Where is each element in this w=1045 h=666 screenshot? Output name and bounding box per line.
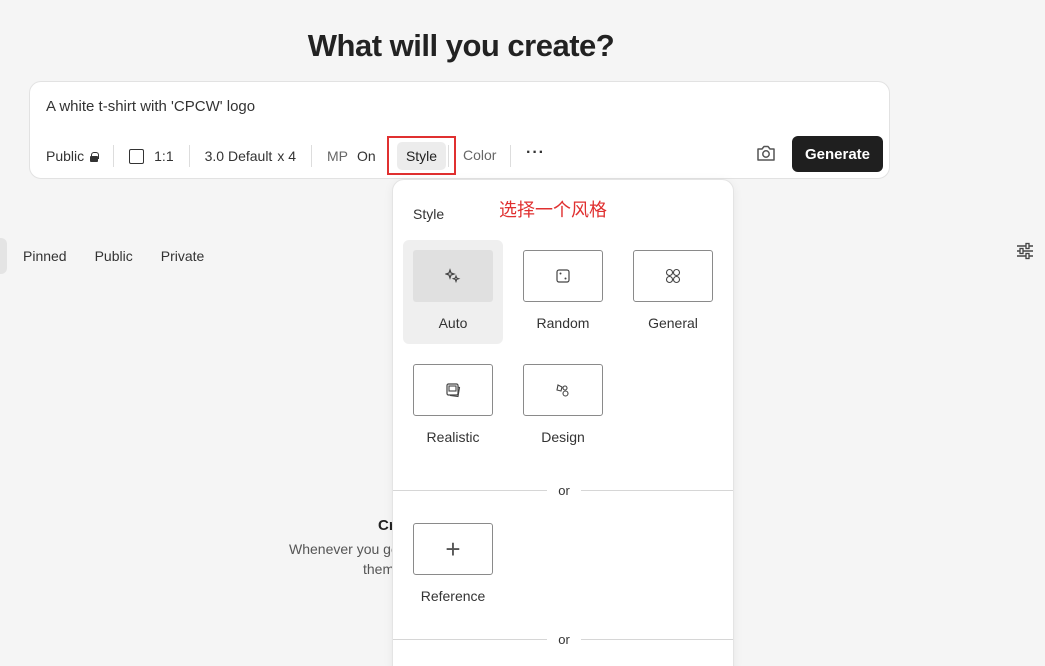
palette-icon [523,364,603,416]
annotation-text: 选择一个风格 [499,200,607,221]
page-title: What will you create? [307,28,615,63]
photo-icon [413,364,493,416]
prompt-toolbar: Public 1:1 3.0 Default x 4 MP On [46,145,376,167]
aspect-square-icon [129,148,145,164]
visibility-label: Public [46,148,85,164]
tab-active-edge[interactable] [0,238,7,274]
empty-state-desc: them [363,561,395,577]
style-option-label: Auto [438,315,468,331]
style-option-label: Design [541,429,585,445]
popover-title: Style [413,206,445,222]
aspect-ratio-label: 1:1 [154,148,174,164]
aspect-ratio-selector[interactable]: 1:1 [129,148,174,164]
generate-button[interactable]: Generate [792,136,883,172]
reference-label: Reference [420,588,486,604]
reference-button[interactable]: + Reference [403,513,503,617]
grid-icon [633,250,713,302]
plus-icon: + [413,523,493,575]
toolbar-divider [113,145,115,167]
mp-value: On [357,148,376,164]
toolbar-divider [510,145,511,167]
sparkle-icon [413,250,493,302]
more-options-button[interactable]: ··· [526,144,545,162]
tab-pinned[interactable]: Pinned [23,248,67,264]
style-option-realistic[interactable]: Realistic [403,354,503,458]
model-selector[interactable]: 3.0 Default x 4 [205,148,296,164]
tab-public[interactable]: Public [95,248,133,264]
style-option-label: General [648,315,698,331]
style-option-label: Realistic [426,429,480,445]
style-option-general[interactable]: General [623,240,723,344]
lock-icon [90,151,100,162]
prompt-box[interactable]: A white t-shirt with 'CPCW' logo Public … [29,81,890,179]
style-option-random[interactable]: Random [513,240,613,344]
mp-toggle[interactable]: MP On [327,148,376,164]
style-button[interactable]: Style [396,141,447,170]
color-button[interactable]: Color [463,147,496,163]
prompt-input[interactable]: A white t-shirt with 'CPCW' logo [46,98,255,115]
style-option-label: Random [536,315,590,331]
style-button-highlight[interactable]: Style [387,136,456,175]
toolbar-divider [311,145,313,167]
toolbar-divider [188,145,190,167]
or-separator: or [547,632,581,647]
count-label: x 4 [277,148,297,164]
filters-icon[interactable] [1016,242,1034,260]
style-popover: Style 选择一个风格 Auto Random General Realist… [392,179,734,666]
dice-icon [523,250,603,302]
model-label: 3.0 Default [204,148,273,164]
camera-icon[interactable] [756,144,776,162]
toolbar-divider [448,145,449,167]
visibility-toggle[interactable]: Public [46,148,100,164]
tab-private[interactable]: Private [161,248,205,264]
or-separator: or [547,483,581,498]
style-option-auto[interactable]: Auto [403,240,503,344]
style-option-design[interactable]: Design [513,354,613,458]
mp-label: MP [327,148,349,164]
gallery-tabs: Pinned Public Private [0,238,232,274]
empty-state-desc: Whenever you ge [289,541,399,557]
